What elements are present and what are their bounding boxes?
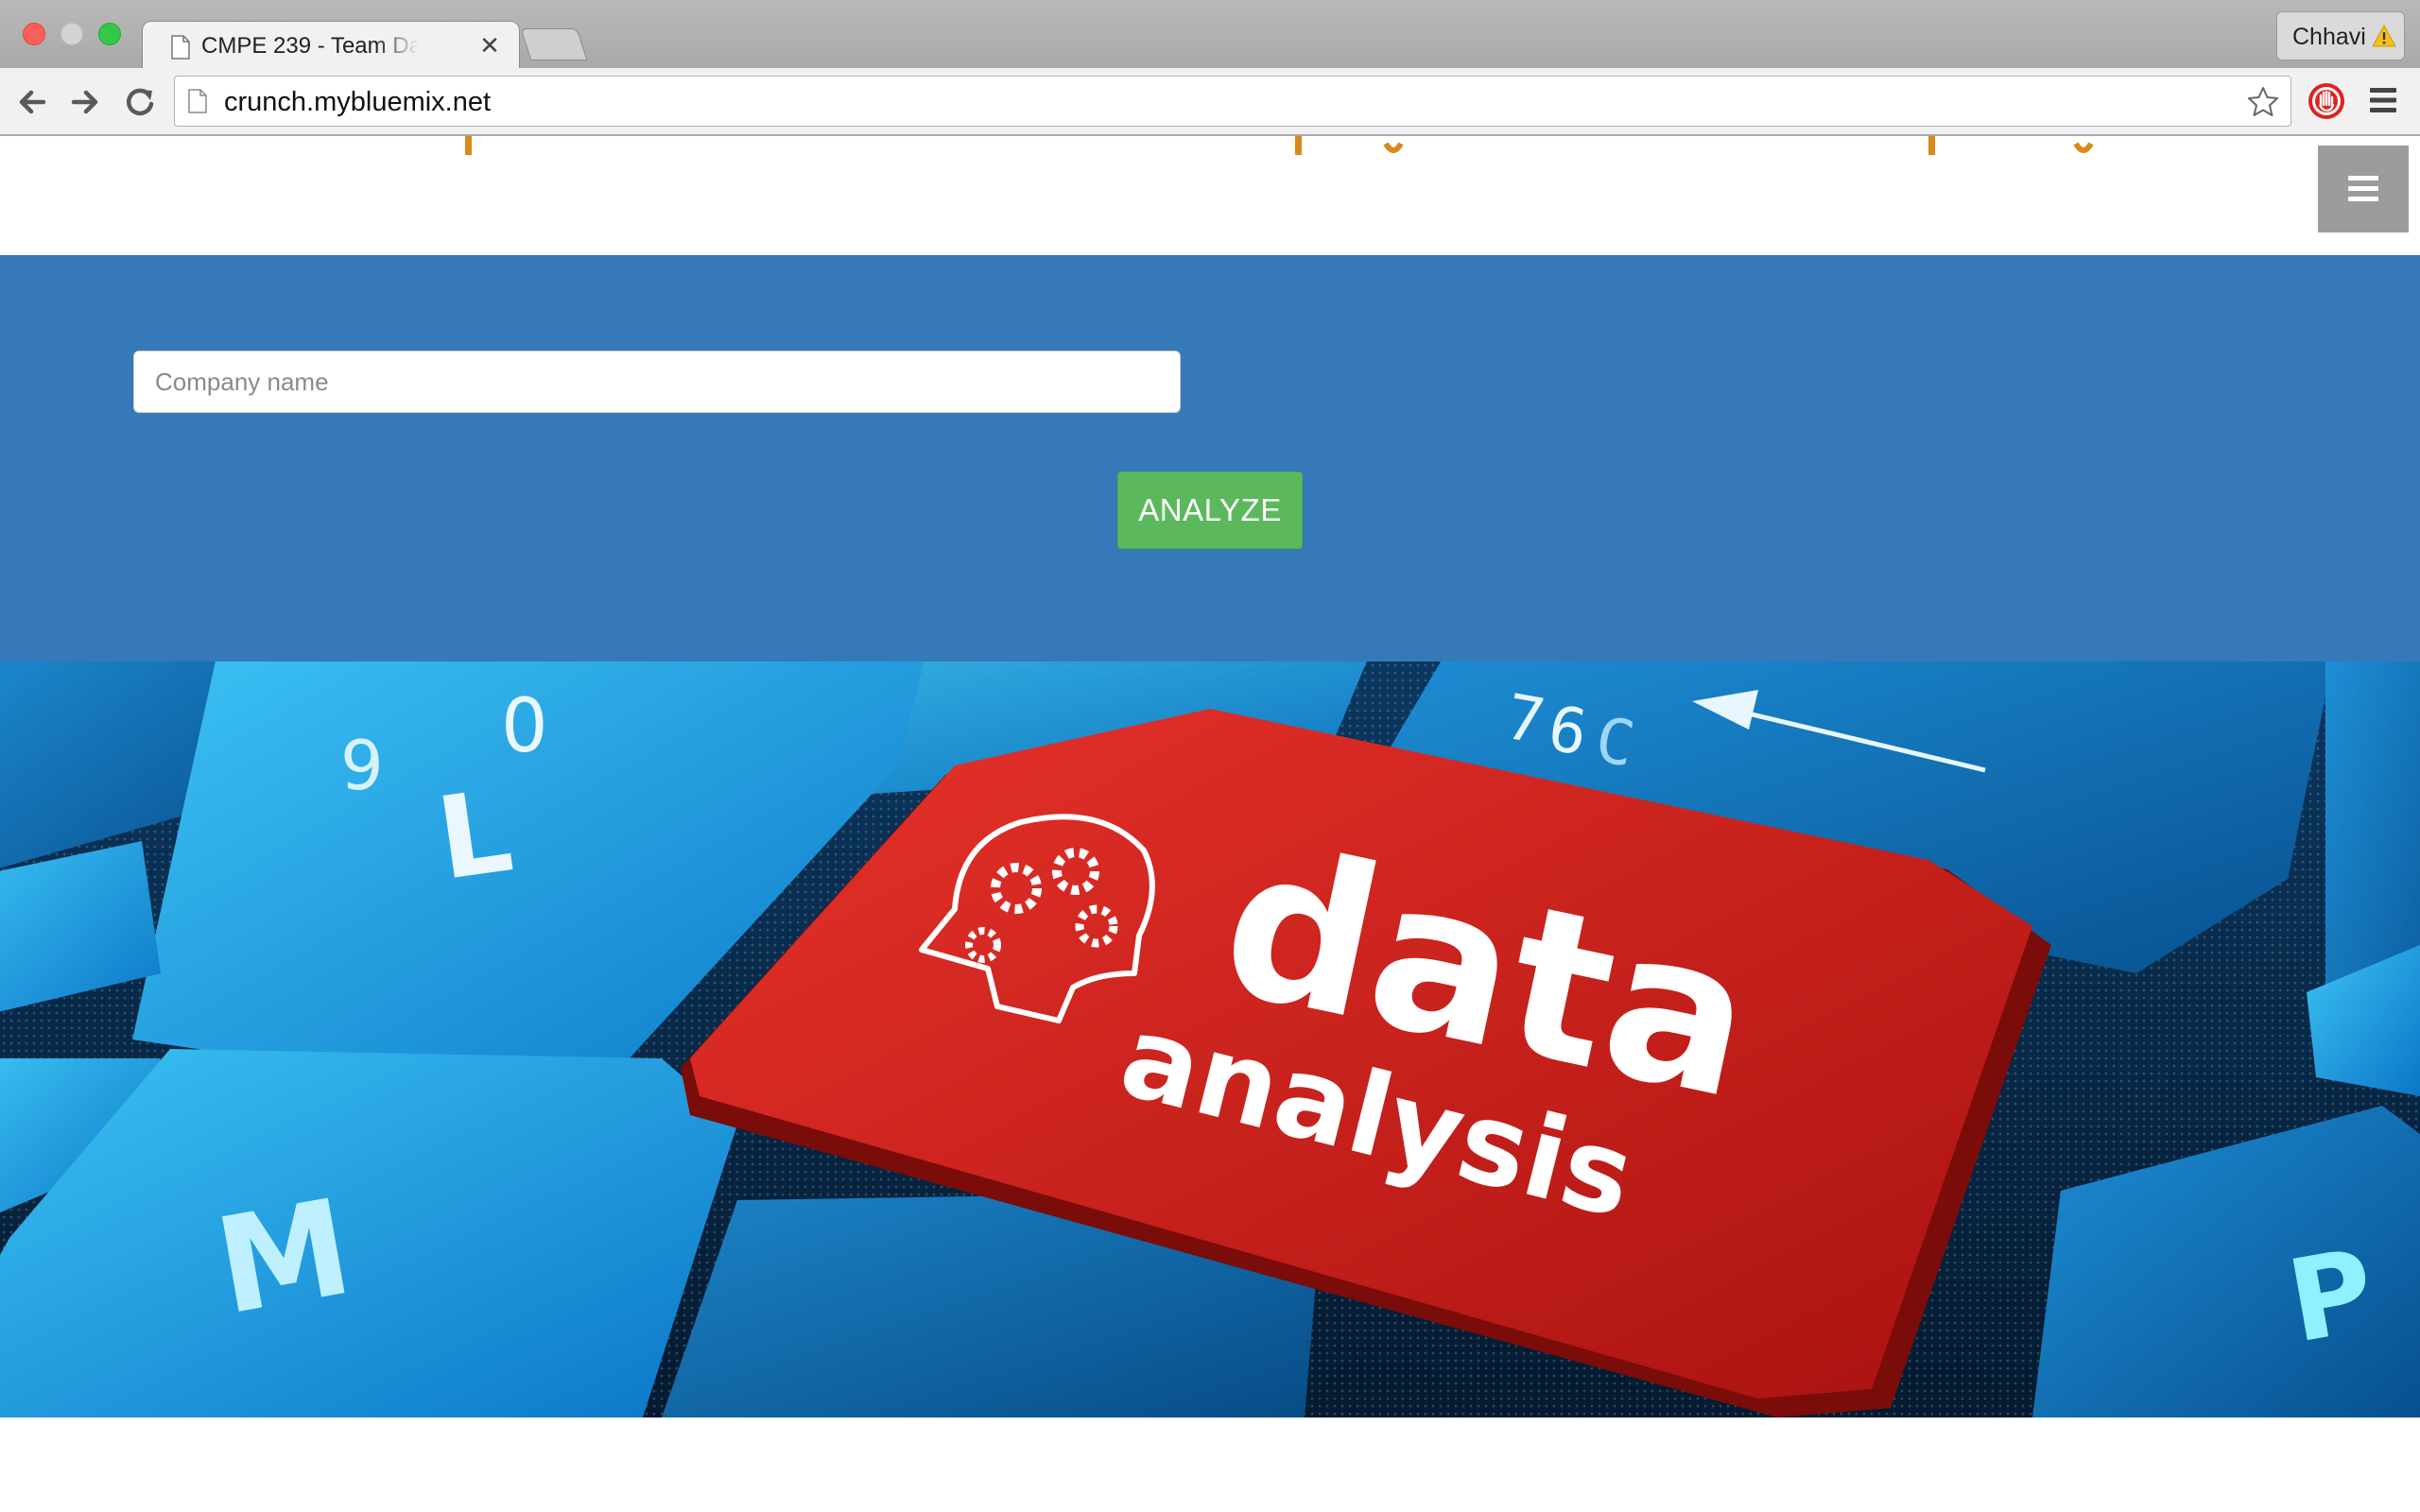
warning-icon xyxy=(2372,24,2396,47)
browser-toolbar: crunch.mybluemix.net xyxy=(0,68,2420,136)
keyboard-illustration: data analysis L M 0 9 7 6 C P xyxy=(0,662,2420,1418)
window-maximize-button[interactable] xyxy=(98,23,121,45)
browser-tab[interactable]: CMPE 239 - Team Data Crunch ✕ xyxy=(142,21,520,70)
key-digit-9: 9 xyxy=(340,726,384,805)
web-page: ANALYZE xyxy=(0,136,2420,1512)
new-tab-button[interactable] xyxy=(520,28,588,60)
browser-tab-strip: CMPE 239 - Team Data Crunch ✕ Chhavi xyxy=(0,0,2420,70)
reload-icon[interactable] xyxy=(121,83,159,121)
forward-arrow-icon[interactable] xyxy=(66,83,104,121)
url-text[interactable]: crunch.mybluemix.net xyxy=(224,86,491,118)
key-letter-m: M xyxy=(206,1171,363,1346)
document-icon xyxy=(171,35,190,60)
hero-image: data analysis L M 0 9 7 6 C P xyxy=(0,662,2420,1418)
company-name-input[interactable] xyxy=(133,351,1181,413)
analyze-form-section: ANALYZE xyxy=(0,255,2420,662)
bookmark-star-icon[interactable] xyxy=(2247,86,2279,118)
page-info-icon[interactable] xyxy=(188,89,207,113)
close-icon[interactable]: ✕ xyxy=(475,31,504,60)
tab-title: CMPE 239 - Team Data Crunch xyxy=(201,33,419,59)
back-arrow-icon[interactable] xyxy=(13,83,51,121)
profile-name: Chhavi xyxy=(2292,24,2366,50)
scrolled-banner-fragments xyxy=(465,136,2094,155)
window-close-button[interactable] xyxy=(23,23,45,45)
profile-button[interactable]: Chhavi xyxy=(2276,11,2405,60)
key-digit-0: 0 xyxy=(501,684,548,769)
address-bar[interactable]: crunch.mybluemix.net xyxy=(174,76,2291,127)
analyze-button[interactable]: ANALYZE xyxy=(1117,472,1303,549)
chrome-menu-icon[interactable] xyxy=(2367,85,2399,115)
hand-stop-extension-icon[interactable] xyxy=(2307,81,2346,121)
page-header xyxy=(0,136,2420,255)
window-minimize-button[interactable] xyxy=(60,23,83,45)
hamburger-menu-icon[interactable] xyxy=(2318,146,2409,232)
